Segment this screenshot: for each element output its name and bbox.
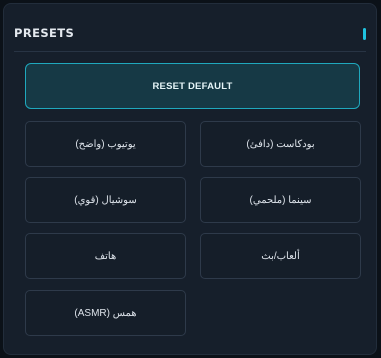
panel-header: PRESETS — [4, 4, 376, 52]
preset-cinema-epic-button[interactable]: سينما (ملحمي) — [200, 177, 361, 223]
preset-social-strong-button[interactable]: سوشيال (قوي) — [25, 177, 186, 223]
panel-title: PRESETS — [14, 26, 75, 40]
reset-default-button[interactable]: RESET DEFAULT — [25, 63, 360, 109]
preset-youtube-clear-button[interactable]: يوتيوب (واضح) — [25, 121, 186, 167]
preset-podcast-warm-button[interactable]: بودكاست (دافئ) — [200, 121, 361, 167]
preset-phone-button[interactable]: هاتف — [25, 233, 186, 279]
status-indicator-bar — [363, 28, 366, 40]
preset-gaming-stream-button[interactable]: ألعاب/بث — [200, 233, 361, 279]
preset-whisper-asmr-button[interactable]: همس (ASMR) — [25, 290, 186, 336]
header-divider — [14, 51, 366, 52]
